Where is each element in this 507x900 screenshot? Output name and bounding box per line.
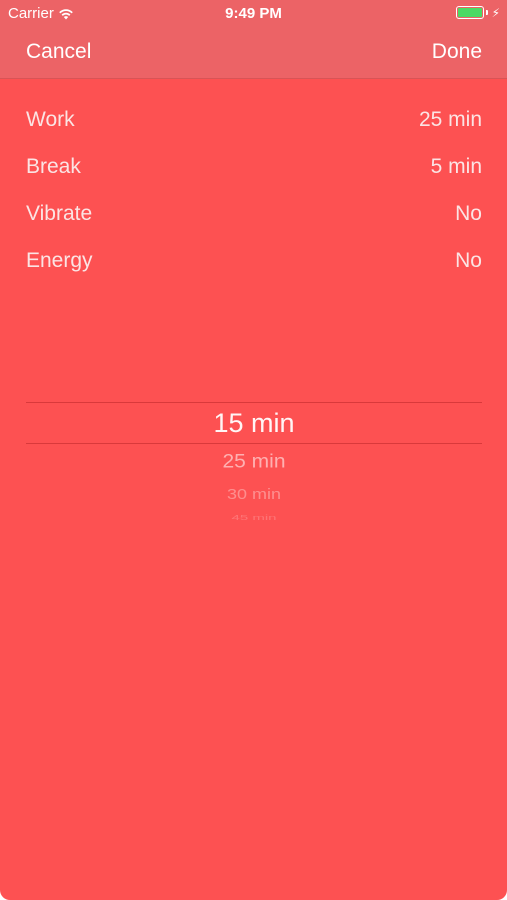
battery-tip: [485, 10, 488, 15]
picker-option[interactable]: 45 min: [26, 514, 482, 521]
setting-value: 5 min: [430, 155, 482, 178]
setting-label: Work: [26, 108, 75, 131]
top-bar: Carrier 9:49 PM ⚡︎ Cancel Done: [0, 0, 507, 79]
setting-row-energy[interactable]: Energy No: [26, 249, 482, 296]
setting-row-vibrate[interactable]: Vibrate No: [26, 202, 482, 249]
setting-label: Energy: [26, 249, 93, 272]
navigation-bar: Cancel Done: [0, 28, 507, 78]
setting-row-work[interactable]: Work 25 min: [26, 108, 482, 155]
setting-row-break[interactable]: Break 5 min: [26, 155, 482, 202]
settings-list: Work 25 min Break 5 min Vibrate No Energ…: [26, 108, 482, 296]
charging-bolt-icon: ⚡︎: [491, 5, 500, 20]
duration-picker[interactable]: 15 min 25 min 30 min 45 min: [26, 400, 482, 530]
app-screen: Carrier 9:49 PM ⚡︎ Cancel Done Work 25 m…: [0, 0, 507, 900]
setting-value: No: [455, 202, 482, 225]
setting-label: Vibrate: [26, 202, 93, 225]
picker-option[interactable]: 30 min: [26, 486, 482, 503]
picker-selected-option[interactable]: 15 min: [26, 408, 482, 439]
status-bar: Carrier 9:49 PM ⚡︎: [0, 0, 507, 28]
status-time: 9:49 PM: [225, 5, 282, 22]
picker-option[interactable]: 25 min: [26, 451, 482, 473]
setting-value: 25 min: [418, 108, 482, 131]
battery-indicator: ⚡︎: [455, 5, 500, 20]
cancel-button[interactable]: Cancel: [26, 40, 91, 64]
picker-selection-line-top: [26, 402, 482, 403]
battery-level: [457, 8, 482, 17]
setting-value: No: [455, 249, 482, 272]
battery-icon: [455, 6, 484, 19]
done-button[interactable]: Done: [432, 40, 482, 64]
setting-label: Break: [26, 155, 81, 178]
picker-selection-line-bottom: [26, 443, 482, 444]
